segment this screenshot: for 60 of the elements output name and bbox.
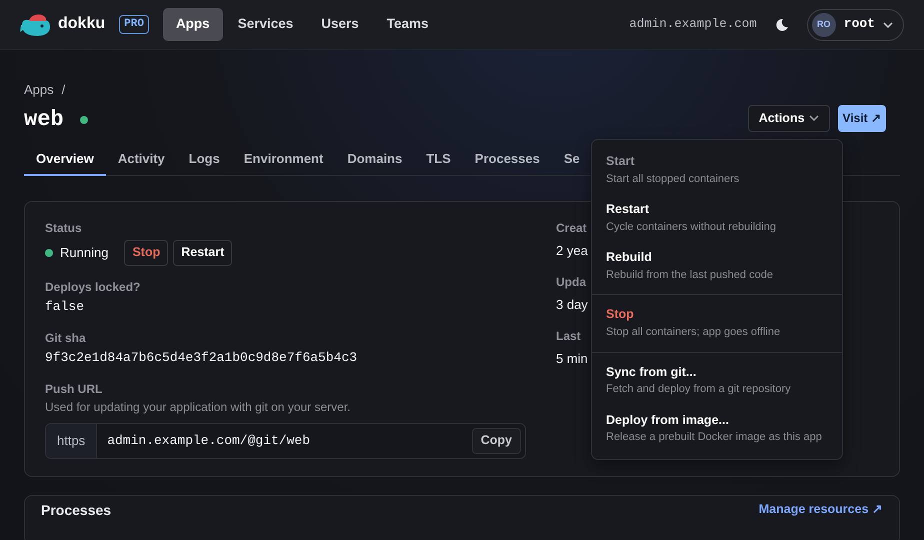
tab[interactable]: Logs	[176, 144, 232, 176]
field-label: Status	[45, 220, 83, 238]
tab[interactable]: Se	[552, 144, 592, 176]
field-value: 3 day	[556, 296, 588, 314]
push-url-field[interactable]: https admin.example.com/@git/web Copy	[45, 423, 526, 460]
user-menu-button[interactable]: RO root	[806, 8, 904, 40]
field-hint: Used for updating your application with git on your server.	[45, 399, 352, 416]
tab[interactable]: Processes	[462, 144, 552, 176]
field-label: Push URL	[45, 380, 104, 398]
breadcrumb-link[interactable]: Apps	[24, 81, 54, 100]
menu-item: Start	[606, 153, 636, 170]
chevron-down-icon	[808, 115, 819, 122]
nav-link[interactable]: Teams	[374, 8, 442, 41]
field-label: Git sha	[45, 330, 87, 346]
menu-item-description: Cycle containers without rebuilding	[606, 220, 777, 235]
tab[interactable]: TLS	[414, 144, 463, 176]
visit-button[interactable]: Visit ↗	[838, 105, 886, 132]
copy-button[interactable]: Copy	[472, 428, 521, 454]
stop-button[interactable]: Stop	[124, 240, 168, 266]
field-label: Creat	[556, 220, 588, 238]
field-value: 2 yea	[556, 242, 588, 260]
menu-item-description: Rebuild from the last pushed code	[606, 268, 774, 283]
menu-item[interactable]: Sync from git...	[606, 364, 828, 382]
field-label: Last	[556, 328, 582, 346]
host-name: admin.example.com	[629, 16, 757, 33]
menu-item-description: Stop all containers; app goes offline	[606, 324, 782, 340]
menu-item-description: Fetch and deploy from a git repository	[606, 382, 792, 398]
theme-toggle-icon[interactable]	[774, 18, 789, 32]
nav-link[interactable]: Users	[308, 8, 372, 41]
nav-link[interactable]: Apps	[162, 8, 223, 41]
section-title: Processes	[41, 501, 112, 520]
field-label: Deploys locked?	[45, 278, 142, 296]
field-label: Upda	[556, 274, 588, 292]
whale-logo-icon[interactable]	[20, 12, 52, 36]
tab[interactable]: Activity	[106, 144, 177, 176]
url-prefix: https	[46, 424, 98, 458]
app-name: web	[24, 109, 64, 132]
tab[interactable]: Overview	[24, 144, 106, 176]
menu-item-description: Release a prebuilt Docker image as this app	[606, 430, 823, 446]
tab[interactable]: Domains	[335, 144, 414, 176]
menu-item[interactable]: Stop	[606, 306, 828, 324]
menu-item[interactable]: Restart	[606, 201, 828, 219]
field-value: 9f3c2e1d84a7b6c5d4e3f2a1b0c9d8e7f6a5b4c3	[45, 349, 358, 368]
brand-name[interactable]: dokku	[58, 13, 106, 36]
menu-item[interactable]: Rebuild	[606, 249, 828, 267]
manage-resources-link[interactable]: Manage resources ↗	[758, 501, 883, 519]
chevron-down-icon	[883, 22, 893, 28]
actions-button[interactable]: Actions	[748, 104, 830, 132]
status-value: Running	[60, 244, 108, 262]
nav-link[interactable]: Services	[224, 8, 306, 41]
restart-button[interactable]: Restart	[173, 240, 232, 266]
user-avatar: RO	[812, 12, 836, 36]
menu-item[interactable]: Deploy from image...	[606, 412, 828, 430]
field-value: false	[45, 298, 86, 316]
pro-badge: PRO	[119, 14, 149, 34]
menu-item-description: Start all stopped containers	[606, 172, 740, 187]
user-name: root	[844, 15, 875, 34]
tab[interactable]: Environment	[232, 144, 336, 176]
field-value: 5 min	[556, 350, 588, 368]
breadcrumb-separator: /	[62, 81, 66, 99]
